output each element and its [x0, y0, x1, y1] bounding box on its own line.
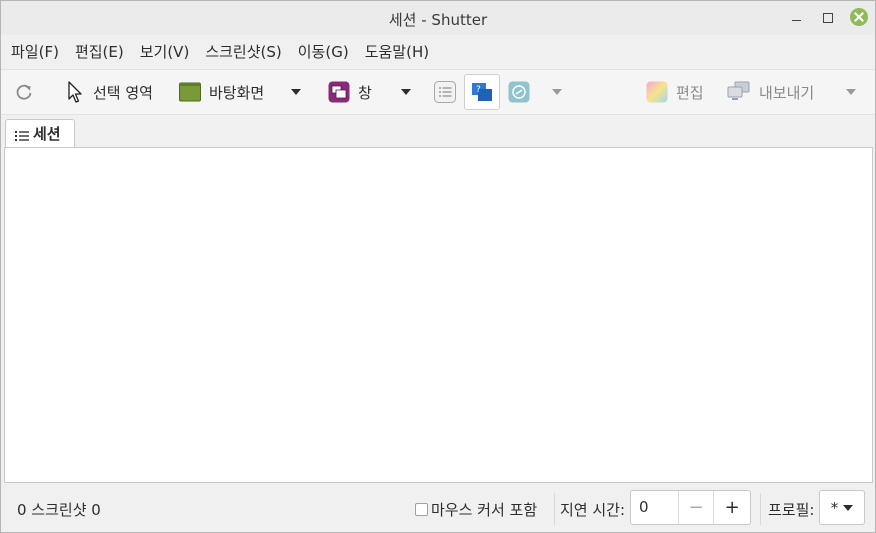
- export-button[interactable]: 내보내기: [727, 70, 814, 114]
- status-bar: 0 스크린샷 0 마우스 커서 포함 지연 시간: 0 − + 프로필: *: [1, 485, 875, 532]
- tooltip-capture-button[interactable]: ?: [464, 74, 500, 110]
- profile-label: 프로필:: [768, 501, 815, 519]
- menu-go[interactable]: 이동(G): [298, 41, 349, 62]
- delay-stepper[interactable]: 0 − +: [630, 490, 751, 525]
- palette-icon: [646, 81, 668, 103]
- menu-file[interactable]: 파일(F): [11, 41, 59, 62]
- chevron-down-icon: [291, 89, 301, 95]
- include-cursor-checkbox[interactable]: [415, 503, 428, 516]
- maximize-button[interactable]: [819, 9, 837, 27]
- screenshot-count: 0 스크린샷 0: [17, 501, 101, 519]
- chevron-down-icon: [846, 89, 856, 95]
- include-cursor-toggle[interactable]: 마우스 커서 포함: [415, 499, 537, 520]
- web-dropdown[interactable]: [552, 70, 562, 114]
- edit-label: 편집: [676, 83, 704, 102]
- session-tabs: 세션: [1, 115, 875, 147]
- chevron-down-icon: [552, 89, 562, 95]
- window-title: 세션 - Shutter: [388, 11, 488, 29]
- desktop-icon: [179, 82, 201, 102]
- separator: [760, 493, 761, 525]
- profile-value: *: [830, 498, 839, 517]
- svg-text:?: ?: [476, 85, 481, 95]
- delay-decrement-button[interactable]: −: [679, 491, 715, 524]
- tab-session-label: 세션: [33, 125, 61, 143]
- export-label: 내보내기: [759, 83, 815, 102]
- include-cursor-label: 마우스 커서 포함: [431, 501, 538, 519]
- menu-screenshot[interactable]: 스크린샷(S): [205, 41, 281, 62]
- menu-edit[interactable]: 편집(E): [75, 41, 124, 62]
- toolbar: 선택 영역 바탕화면 창 ? 편집 내보내기: [1, 69, 875, 115]
- edit-button[interactable]: 편집: [646, 70, 704, 114]
- close-button[interactable]: [850, 8, 868, 26]
- menu-bar: 파일(F) 편집(E) 보기(V) 스크린샷(S) 이동(G) 도움말(H): [1, 35, 875, 67]
- window-label: 창: [358, 83, 372, 102]
- refresh-icon: [16, 84, 32, 100]
- title-bar[interactable]: 세션 - Shutter: [1, 1, 875, 35]
- menu-capture-button[interactable]: [433, 70, 457, 114]
- window-icon: [328, 81, 350, 103]
- profile-select[interactable]: *: [819, 490, 865, 525]
- desktop-dropdown[interactable]: [291, 70, 301, 114]
- selection-button[interactable]: 선택 영역: [65, 70, 153, 114]
- web-globe-icon: [508, 81, 530, 103]
- tab-session[interactable]: 세션: [5, 119, 75, 147]
- shutter-window: 세션 - Shutter 파일(F) 편집(E) 보기(V) 스크린샷(S) 이…: [0, 0, 876, 533]
- export-network-icon: [727, 81, 750, 100]
- export-dropdown[interactable]: [846, 70, 856, 114]
- list-icon: [15, 128, 29, 141]
- window-dropdown[interactable]: [401, 70, 411, 114]
- chevron-down-icon: [401, 89, 411, 95]
- desktop-button[interactable]: 바탕화면: [179, 70, 264, 114]
- minimize-button[interactable]: [788, 9, 806, 27]
- refresh-button[interactable]: [13, 70, 35, 114]
- help-tooltip-icon: ?: [472, 83, 492, 101]
- chevron-down-icon: [843, 504, 854, 511]
- separator: [554, 493, 555, 525]
- desktop-label: 바탕화면: [209, 83, 265, 102]
- menu-help[interactable]: 도움말(H): [365, 41, 429, 62]
- cursor-arrow-icon: [68, 81, 82, 103]
- delay-input[interactable]: 0: [631, 491, 679, 524]
- web-capture-button[interactable]: [507, 70, 531, 114]
- window-button[interactable]: 창: [328, 70, 372, 114]
- session-canvas[interactable]: [4, 147, 873, 483]
- menu-list-icon: [434, 81, 456, 103]
- delay-label: 지연 시간:: [560, 501, 626, 519]
- delay-increment-button[interactable]: +: [714, 491, 750, 524]
- menu-view[interactable]: 보기(V): [140, 41, 190, 62]
- selection-label: 선택 영역: [93, 83, 153, 102]
